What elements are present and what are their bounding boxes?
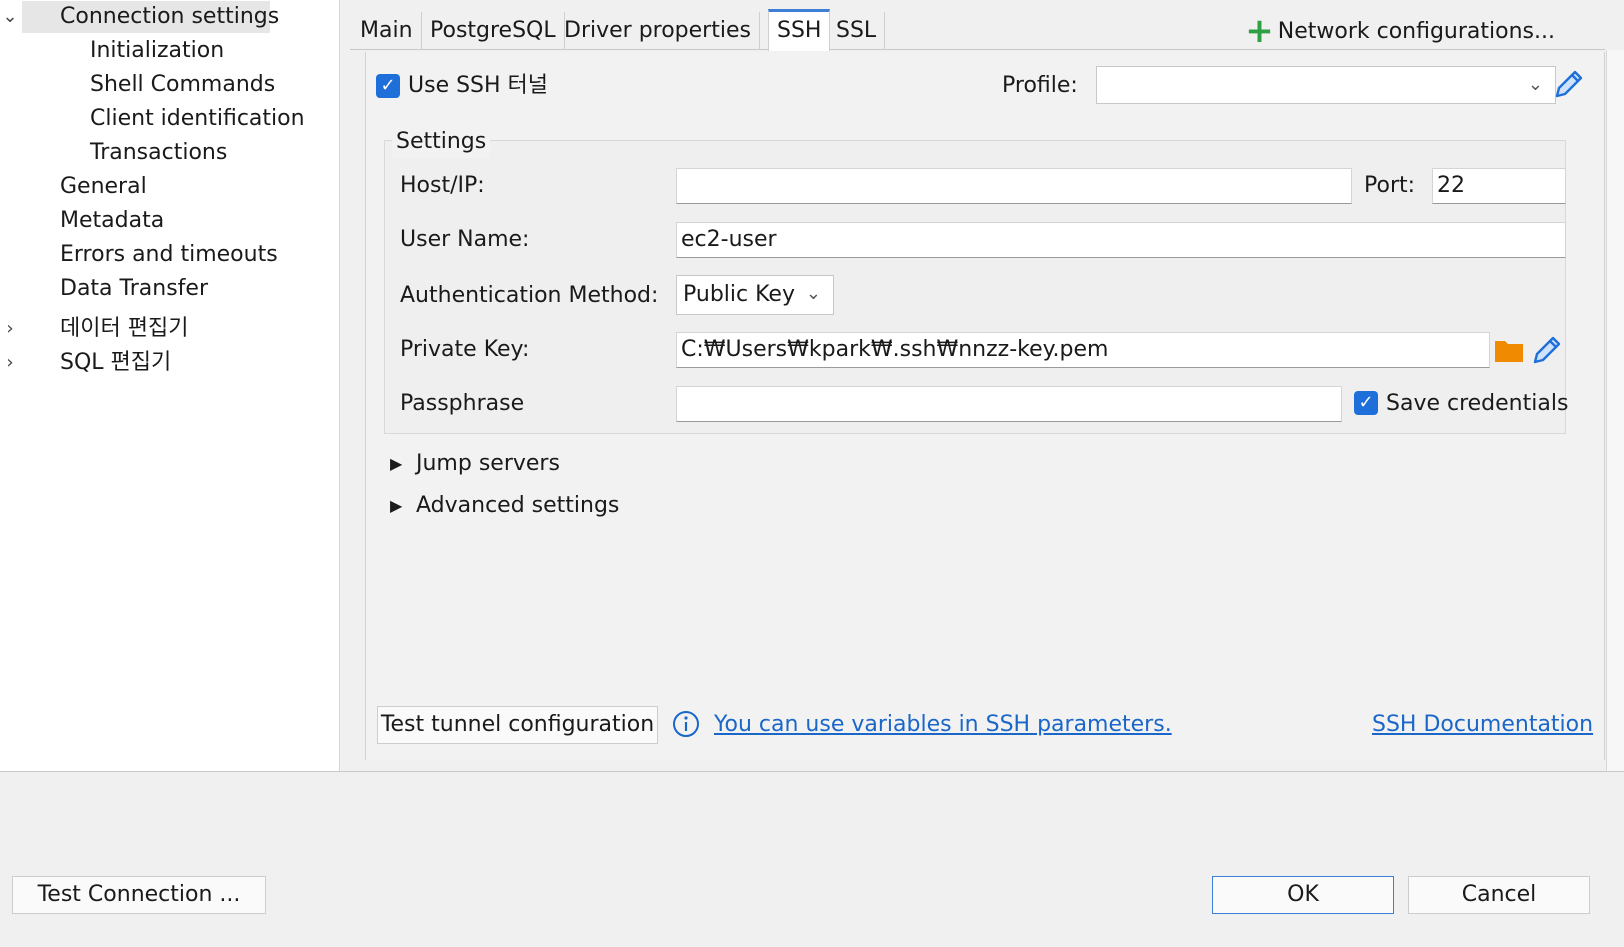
- private-key-label: Private Key:: [400, 337, 530, 362]
- footer-divider: [0, 771, 1624, 772]
- expand-triangle-icon[interactable]: ▶: [390, 448, 402, 480]
- ssh-documentation-link[interactable]: SSH Documentation: [1372, 709, 1593, 741]
- expand-toggle-icon[interactable]: ›: [0, 347, 20, 379]
- tab-ssh[interactable]: SSH: [768, 9, 831, 51]
- tab-ssl[interactable]: SSL: [828, 12, 886, 50]
- port-label: Port:: [1364, 173, 1416, 198]
- tree-item-general[interactable]: General: [60, 171, 147, 203]
- user-name-label: User Name:: [400, 227, 530, 252]
- folder-icon[interactable]: [1494, 337, 1524, 363]
- user-name-input[interactable]: ec2-user: [676, 222, 1566, 258]
- auth-method-label: Authentication Method:: [400, 283, 659, 308]
- chevron-down-icon: ⌄: [1527, 74, 1543, 95]
- tree-item-client-identification[interactable]: Client identification: [90, 103, 305, 135]
- tree-item-errors-timeouts[interactable]: Errors and timeouts: [60, 239, 278, 271]
- auth-method-dropdown[interactable]: Public Key ⌄: [676, 275, 834, 315]
- tab-driver-properties[interactable]: Driver properties: [556, 12, 760, 50]
- tree-item-connection-settings[interactable]: Connection settings: [22, 1, 279, 33]
- use-ssh-checkbox[interactable]: ✓: [376, 74, 400, 98]
- port-input[interactable]: 22: [1432, 168, 1566, 204]
- host-input[interactable]: [676, 168, 1352, 204]
- tree-item-data-editor[interactable]: 데이터 편집기: [60, 313, 188, 345]
- advanced-settings-toggle[interactable]: Advanced settings: [416, 490, 619, 522]
- network-configurations-label: Network configurations...: [1277, 19, 1555, 44]
- edit-key-pencil-icon[interactable]: [1530, 333, 1564, 367]
- passphrase-label: Passphrase: [400, 391, 525, 416]
- save-credentials-checkbox[interactable]: ✓: [1354, 391, 1378, 415]
- tree-item-initialization[interactable]: Initialization: [90, 35, 224, 67]
- variables-help-link[interactable]: You can use variables in SSH parameters.: [714, 709, 1172, 741]
- settings-group-title: Settings: [392, 126, 491, 158]
- tree-item-transactions[interactable]: Transactions: [90, 137, 227, 169]
- tree-item-shell-commands[interactable]: Shell Commands: [90, 69, 275, 101]
- expand-toggle-icon[interactable]: ⌄: [0, 1, 20, 33]
- network-configurations-button[interactable]: + Network configurations...: [1245, 12, 1555, 50]
- tree-item-metadata[interactable]: Metadata: [60, 205, 164, 237]
- settings-tree: ⌄ Connection settings Initialization She…: [0, 0, 340, 771]
- tab-main[interactable]: Main: [352, 12, 422, 50]
- test-tunnel-button[interactable]: Test tunnel configuration: [377, 706, 658, 744]
- passphrase-input[interactable]: [676, 386, 1342, 422]
- expand-triangle-icon[interactable]: ▶: [390, 490, 402, 522]
- vertical-scrollbar[interactable]: [1606, 50, 1624, 772]
- tab-bar: Main PostgreSQL Driver properties SSH SS…: [350, 0, 1605, 51]
- save-credentials-label: Save credentials: [1386, 391, 1569, 416]
- auth-method-value: Public Key: [683, 282, 795, 307]
- test-connection-button[interactable]: Test Connection ...: [12, 876, 266, 914]
- ok-button[interactable]: OK: [1212, 876, 1394, 914]
- tree-item-data-transfer[interactable]: Data Transfer: [60, 273, 208, 305]
- profile-label: Profile:: [1002, 73, 1078, 98]
- host-label: Host/IP:: [400, 173, 485, 198]
- profile-dropdown[interactable]: ⌄: [1096, 66, 1556, 104]
- cancel-button[interactable]: Cancel: [1408, 876, 1590, 914]
- chevron-down-icon: ⌄: [805, 283, 821, 304]
- tree-item-sql-editor[interactable]: SQL 편집기: [60, 347, 171, 379]
- use-ssh-label: Use SSH 터널: [408, 73, 549, 98]
- private-key-input[interactable]: C:₩Users₩kpark₩.ssh₩nnzz-key.pem: [676, 332, 1490, 368]
- plus-icon: +: [1245, 11, 1274, 51]
- expand-toggle-icon[interactable]: ›: [0, 313, 20, 345]
- tab-postgresql[interactable]: PostgreSQL: [422, 12, 565, 50]
- edit-profile-pencil-icon[interactable]: [1552, 67, 1586, 101]
- jump-servers-toggle[interactable]: Jump servers: [416, 448, 560, 480]
- info-icon: [673, 711, 699, 737]
